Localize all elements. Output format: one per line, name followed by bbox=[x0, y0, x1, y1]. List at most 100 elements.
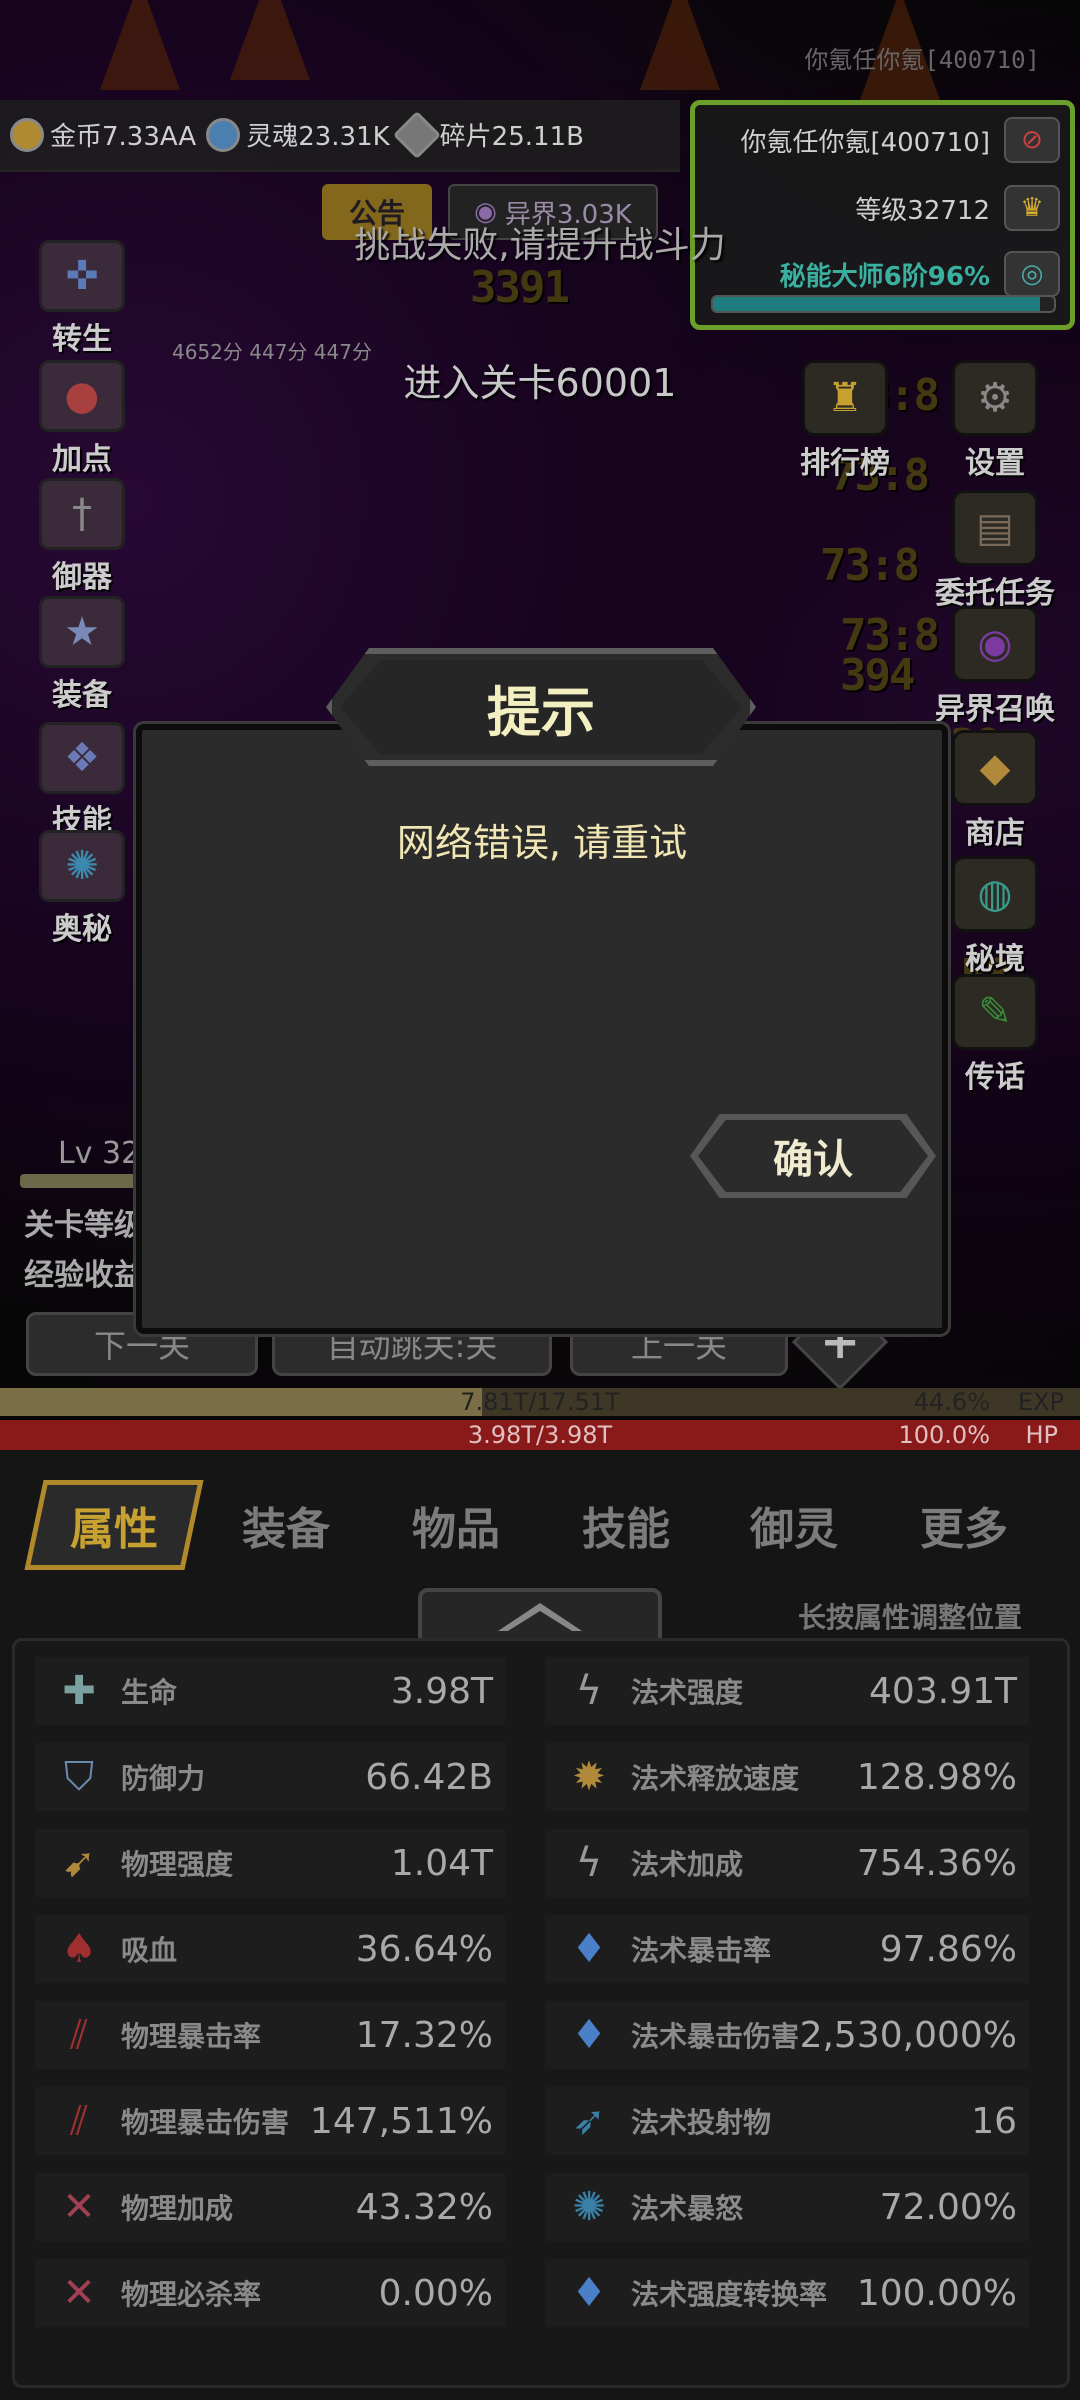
tab-attributes[interactable]: 属性 bbox=[34, 1480, 194, 1570]
character-level: Lv 32 bbox=[58, 1136, 141, 1171]
claw-icon: ⫽ bbox=[70, 2098, 88, 2144]
enter-stage-toast: 进入关卡60001 bbox=[403, 361, 677, 405]
attr-row[interactable]: ✕ 物理必杀率 0.00% bbox=[35, 2259, 505, 2327]
menu-mystery[interactable]: ✺ 奥秘 bbox=[22, 830, 142, 948]
attr-value: 3.98T bbox=[390, 1670, 493, 1712]
attr-value: 66.42B bbox=[365, 1756, 493, 1798]
bat-icon: ♠ bbox=[61, 1926, 97, 1972]
no-ads-icon[interactable]: ⊘ bbox=[1004, 117, 1060, 163]
attr-name: 物理强度 bbox=[121, 1848, 234, 1881]
attr-value: 2,530,000% bbox=[799, 2014, 1017, 2056]
attr-name: 物理暴击率 bbox=[121, 2020, 262, 2053]
challenge-failed-toast: 挑战失败,请提升战斗力 bbox=[354, 225, 726, 266]
attr-row[interactable]: ✺ 法术暴怒 72.00% bbox=[545, 2173, 1029, 2241]
currency-bar: 金币7.33AA 灵魂23.31K 碎片25.11B bbox=[0, 100, 680, 172]
attr-name: 法术投射物 bbox=[631, 2106, 772, 2139]
menu-shop[interactable]: ◆ 商店 bbox=[930, 730, 1060, 852]
attr-row[interactable]: ➶ 法术投射物 16 bbox=[545, 2087, 1029, 2155]
shard-currency: 碎片25.11B bbox=[392, 110, 584, 159]
soul-currency: 灵魂23.31K bbox=[206, 116, 390, 153]
attr-name: 法术释放速度 bbox=[631, 1762, 800, 1795]
menu-label: 排行榜 bbox=[800, 446, 890, 481]
attr-row[interactable]: ♦ 法术暴击伤害 2,530,000% bbox=[545, 2001, 1029, 2069]
menu-label: 奥秘 bbox=[52, 912, 112, 947]
player-id-faint: 你氪任你氪[400710] bbox=[804, 46, 1040, 74]
menu-summon[interactable]: ◉ 异界召唤 bbox=[930, 606, 1060, 728]
attr-value: 43.32% bbox=[355, 2186, 493, 2228]
secret-realm-icon: ◍ bbox=[952, 856, 1038, 932]
attr-row[interactable]: ⛉ 防御力 66.42B bbox=[35, 1743, 505, 1811]
menu-leaderboard[interactable]: ♜ 排行榜 bbox=[780, 360, 910, 482]
attr-value: 36.64% bbox=[355, 1928, 493, 1970]
menu-message[interactable]: ✎ 传话 bbox=[930, 974, 1060, 1096]
menu-label: 御器 bbox=[52, 560, 112, 595]
rank-progress-fill bbox=[713, 297, 1041, 311]
tab-skills[interactable]: 技能 bbox=[546, 1480, 706, 1570]
menu-label: 转生 bbox=[52, 322, 112, 357]
slash-icon: ✕ bbox=[62, 2184, 96, 2230]
attr-name: 物理加成 bbox=[121, 2192, 234, 2225]
tab-items[interactable]: 物品 bbox=[376, 1480, 536, 1570]
menu-weapon-control[interactable]: † 御器 bbox=[22, 478, 142, 596]
menu-label: 商店 bbox=[965, 816, 1025, 851]
confirm-button[interactable]: 确认 bbox=[690, 1114, 936, 1198]
stage-level-label: 关卡等级 bbox=[24, 1208, 144, 1243]
attr-value: 72.00% bbox=[879, 2186, 1017, 2228]
bottom-panel: 属性 装备 物品 技能 御灵 更多 长按属性调整位置 ✚ 生命 3.98T ⛉ … bbox=[0, 1450, 1080, 2400]
trophy-icon: ♜ bbox=[802, 360, 888, 436]
exp-label: EXP bbox=[1017, 1388, 1064, 1416]
menu-equipment[interactable]: ★ 装备 bbox=[22, 596, 142, 714]
menu-secret-realm[interactable]: ◍ 秘境 bbox=[930, 856, 1060, 978]
attr-value: 100.00% bbox=[856, 2272, 1017, 2314]
gear-icon: ⚙ bbox=[952, 360, 1038, 436]
player-info-panel: 你氪任你氪[400710] ⊘ 等级32712 ♛ 秘能大师6阶96% ◎ bbox=[690, 100, 1075, 330]
attr-row[interactable]: ♦ 法术暴击率 97.86% bbox=[545, 1915, 1029, 1983]
tab-more[interactable]: 更多 bbox=[884, 1480, 1044, 1570]
menu-skills[interactable]: ❖ 技能 bbox=[22, 722, 142, 840]
tab-spirits[interactable]: 御灵 bbox=[714, 1480, 874, 1570]
attr-value: 403.91T bbox=[869, 1670, 1017, 1712]
slash-icon: ✕ bbox=[62, 2270, 96, 2316]
attr-row[interactable]: ➹ 物理强度 1.04T bbox=[35, 1829, 505, 1897]
attr-value: 1.04T bbox=[390, 1842, 493, 1884]
tab-bar: 属性 装备 物品 技能 御灵 更多 bbox=[0, 1470, 1080, 1580]
tab-equipment[interactable]: 装备 bbox=[206, 1480, 366, 1570]
attr-row[interactable]: ✹ 法术释放速度 128.98% bbox=[545, 1743, 1029, 1811]
menu-rebirth[interactable]: ✜ 转生 bbox=[22, 240, 142, 358]
menu-label: 设置 bbox=[965, 446, 1025, 481]
attr-value: 16 bbox=[971, 2100, 1017, 2142]
attr-row[interactable]: ♠ 吸血 36.64% bbox=[35, 1915, 505, 1983]
attr-row[interactable]: ϟ 法术强度 403.91T bbox=[545, 1657, 1029, 1725]
chevron-up-icon bbox=[498, 1603, 582, 1631]
portal-icon: ◉ bbox=[952, 606, 1038, 682]
attr-value: 97.86% bbox=[879, 1928, 1017, 1970]
shield-icon: ⛉ bbox=[64, 1754, 94, 1800]
player-name: 你氪任你氪[400710] bbox=[740, 127, 990, 158]
attr-row[interactable]: ✚ 生命 3.98T bbox=[35, 1657, 505, 1725]
attr-name: 法术强度转换率 bbox=[631, 2278, 828, 2311]
exp-bar: 7.81T/17.51T 44.6% EXP bbox=[0, 1388, 1080, 1416]
meat-icon: ● bbox=[39, 360, 125, 432]
book-icon: ▤ bbox=[952, 490, 1038, 566]
attr-row[interactable]: ⫽ 物理暴击率 17.32% bbox=[35, 2001, 505, 2069]
spark-icon: ✹ bbox=[572, 1754, 606, 1800]
attr-row[interactable]: ✕ 物理加成 43.32% bbox=[35, 2173, 505, 2241]
hp-label: HP bbox=[1025, 1421, 1058, 1449]
menu-settings[interactable]: ⚙ 设置 bbox=[930, 360, 1060, 482]
attr-value: 147,511% bbox=[309, 2100, 493, 2142]
shop-icon: ◆ bbox=[952, 730, 1038, 806]
attributes-panel: ✚ 生命 3.98T ⛉ 防御力 66.42B ➹ 物理强度 1.04T ♠ 吸… bbox=[12, 1638, 1070, 2388]
dialog-title-banner: 提示 bbox=[326, 648, 756, 766]
vortex-icon: ✺ bbox=[39, 830, 125, 902]
menu-label: 异界召唤 bbox=[935, 692, 1055, 727]
claw-icon: ⫽ bbox=[70, 2012, 88, 2058]
attr-row[interactable]: ⫽ 物理暴击伤害 147,511% bbox=[35, 2087, 505, 2155]
attr-name: 物理必杀率 bbox=[121, 2278, 262, 2311]
attr-row[interactable]: ϟ 法术加成 754.36% bbox=[545, 1829, 1029, 1897]
menu-add-points[interactable]: ● 加点 bbox=[22, 360, 142, 478]
soul-icon bbox=[206, 117, 241, 152]
hp-bar: 3.98T/3.98T 100.0% HP bbox=[0, 1420, 1080, 1450]
menu-commission[interactable]: ▤ 委托任务 bbox=[930, 490, 1060, 612]
attr-row[interactable]: ♦ 法术强度转换率 100.00% bbox=[545, 2259, 1029, 2327]
coin-value: 金币7.33AA bbox=[50, 122, 197, 152]
